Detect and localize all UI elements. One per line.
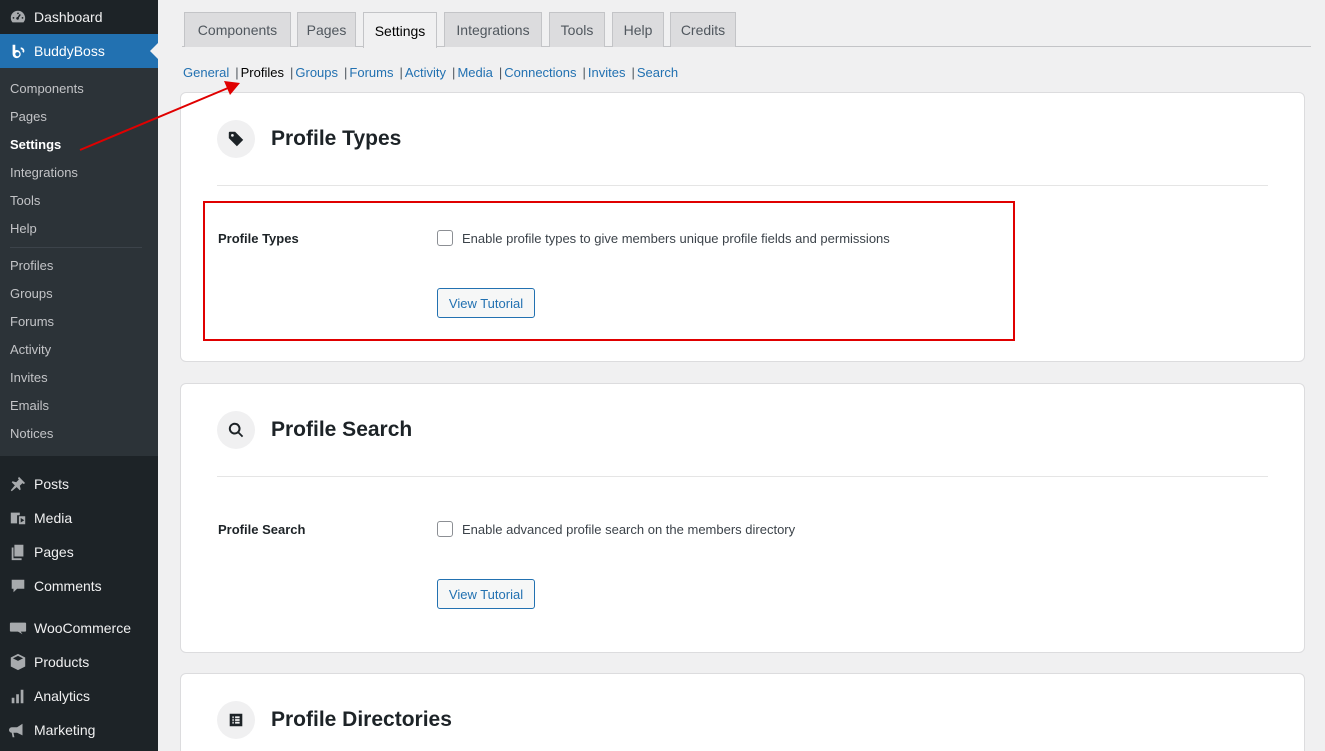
subnav-connections[interactable]: Connections	[504, 65, 576, 80]
buddyboss-submenu: Components Pages Settings Integrations T…	[0, 68, 158, 456]
card-title: Profile Directories	[271, 708, 452, 731]
subnav-forums[interactable]: Forums	[349, 65, 393, 80]
settings-tabs: Components Pages Settings Integrations T…	[182, 12, 1311, 48]
woocommerce-icon	[8, 618, 28, 638]
menu-label: Pages	[34, 544, 74, 560]
menu-marketing[interactable]: Marketing	[0, 713, 158, 747]
submenu-invites[interactable]: Invites	[0, 364, 158, 392]
tag-icon	[217, 120, 255, 158]
card-header: Profile Search	[217, 411, 412, 449]
card-title: Profile Search	[271, 418, 413, 441]
profile-search-checkbox[interactable]	[437, 521, 453, 537]
menu-products[interactable]: Products	[0, 645, 158, 679]
menu-analytics[interactable]: Analytics	[0, 679, 158, 713]
subnav-activity[interactable]: Activity	[405, 65, 446, 80]
submenu-integrations[interactable]: Integrations	[0, 159, 158, 187]
menu-label: Products	[34, 654, 90, 670]
tab-help[interactable]: Help	[612, 12, 664, 47]
settings-subnav: General | Profiles | Groups | Forums | A…	[183, 64, 679, 80]
submenu-help[interactable]: Help	[0, 215, 158, 243]
checkbox-label: Enable advanced profile search on the me…	[462, 521, 796, 537]
submenu-tools[interactable]: Tools	[0, 187, 158, 215]
subnav-search[interactable]: Search	[637, 65, 678, 80]
submenu-profiles[interactable]: Profiles	[0, 252, 158, 280]
menu-label: Posts	[34, 476, 70, 492]
menu-label: Media	[34, 510, 73, 526]
products-icon	[8, 652, 28, 672]
menu-label: Dashboard	[34, 9, 103, 25]
card-divider	[217, 476, 1268, 477]
media-icon	[8, 508, 28, 528]
card-header: Profile Directories	[217, 701, 452, 739]
megaphone-icon	[8, 720, 28, 740]
subnav-media[interactable]: Media	[457, 65, 492, 80]
submenu-separator	[10, 247, 142, 248]
menu-label: BuddyBoss	[34, 43, 105, 59]
subnav-invites[interactable]: Invites	[588, 65, 626, 80]
submenu-components[interactable]: Components	[0, 75, 158, 103]
submenu-emails[interactable]: Emails	[0, 392, 158, 420]
menu-label: Marketing	[34, 722, 96, 738]
submenu-pages[interactable]: Pages	[0, 103, 158, 131]
menu-comments[interactable]: Comments	[0, 569, 158, 603]
search-icon	[217, 411, 255, 449]
buddyboss-icon	[8, 41, 28, 61]
list-icon	[217, 701, 255, 739]
profile-search-card: Profile Search Profile Search Enable adv…	[180, 383, 1305, 653]
card-title: Profile Types	[271, 127, 402, 150]
menu-label: Comments	[34, 578, 102, 594]
submenu-settings[interactable]: Settings	[0, 131, 158, 159]
tab-settings[interactable]: Settings	[363, 12, 437, 48]
menu-label: WooCommerce	[34, 620, 131, 636]
menu-buddyboss[interactable]: BuddyBoss	[0, 34, 158, 68]
profile-directories-card: Profile Directories	[180, 673, 1305, 751]
admin-sidebar: Dashboard BuddyBoss Components Pages Set…	[0, 0, 158, 751]
subnav-general[interactable]: General	[183, 65, 229, 80]
menu-woocommerce[interactable]: WooCommerce	[0, 611, 158, 645]
annotation-highlight-box	[203, 201, 1015, 341]
setting-label: Profile Search	[218, 522, 306, 537]
view-tutorial-button[interactable]: View Tutorial	[437, 579, 535, 609]
tab-tools[interactable]: Tools	[549, 12, 605, 47]
profile-search-checkbox-row[interactable]: Enable advanced profile search on the me…	[437, 521, 795, 537]
submenu-groups[interactable]: Groups	[0, 280, 158, 308]
menu-pages[interactable]: Pages	[0, 535, 158, 569]
comments-icon	[8, 576, 28, 596]
submenu-forums[interactable]: Forums	[0, 308, 158, 336]
tab-integrations[interactable]: Integrations	[444, 12, 542, 47]
menu-media[interactable]: Media	[0, 501, 158, 535]
submenu-notices[interactable]: Notices	[0, 420, 158, 448]
subnav-profiles[interactable]: Profiles	[241, 65, 284, 80]
dashboard-icon	[8, 7, 28, 27]
submenu-activity[interactable]: Activity	[0, 336, 158, 364]
menu-dashboard[interactable]: Dashboard	[0, 0, 158, 34]
tab-components[interactable]: Components	[184, 12, 291, 47]
card-header: Profile Types	[217, 120, 401, 158]
subnav-groups[interactable]: Groups	[295, 65, 338, 80]
pin-icon	[8, 474, 28, 494]
menu-posts[interactable]: Posts	[0, 467, 158, 501]
tab-pages[interactable]: Pages	[297, 12, 356, 47]
tab-credits[interactable]: Credits	[670, 12, 736, 47]
card-divider	[217, 185, 1268, 186]
analytics-icon	[8, 686, 28, 706]
pages-icon	[8, 542, 28, 562]
menu-label: Analytics	[34, 688, 91, 704]
